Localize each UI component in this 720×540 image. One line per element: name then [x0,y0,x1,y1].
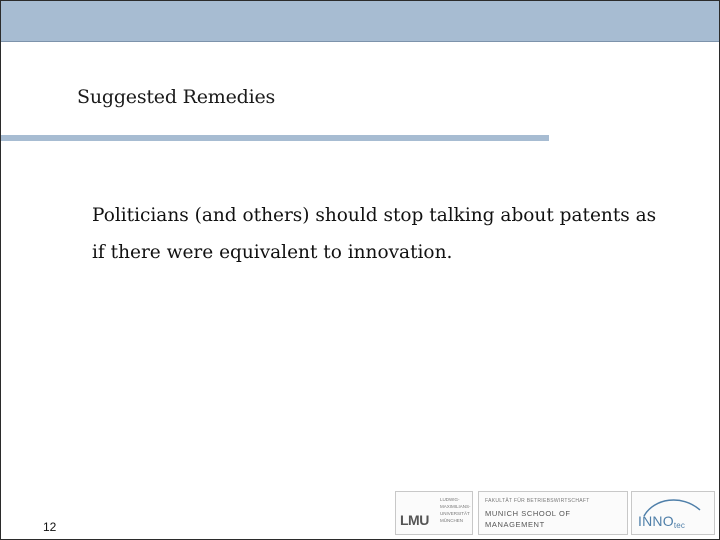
slide: Suggested Remedies Politicians (and othe… [0,0,720,540]
lmu-logo-line: MÜNCHEN [440,518,463,523]
innotec-wordmark-suffix: tec [673,521,686,530]
slide-body: Politicians (and others) should stop tal… [92,197,682,271]
header-band [1,1,719,42]
title-underline-bar [1,135,549,141]
lmu-logo-line: UNIVERSITÄT [440,511,470,516]
msm-faculty-text: FAKULTÄT FÜR BETRIEBSWIRTSCHAFT [485,498,590,504]
msm-name-line-1: MUNICH SCHOOL OF [485,509,571,518]
innotec-wordmark-main: INNO [638,513,674,529]
body-line-2: if there were equivalent to innovation. [92,242,453,263]
page-number: 12 [43,520,57,534]
lmu-logo: LMU LUDWIG- MAXIMILIANS- UNIVERSITÄT MÜN… [395,491,473,535]
slide-title: Suggested Remedies [77,86,276,108]
lmu-logo-line: MAXIMILIANS- [440,504,471,509]
innotec-logo: INNOtec [631,491,715,535]
lmu-logo-text: LUDWIG- MAXIMILIANS- UNIVERSITÄT MÜNCHEN [440,496,471,524]
lmu-logo-line: LUDWIG- [440,497,460,502]
msm-name-line-2: MANAGEMENT [485,520,545,529]
innotec-wordmark: INNOtec [638,513,685,530]
munich-school-of-management-logo: FAKULTÄT FÜR BETRIEBSWIRTSCHAFT MUNICH S… [478,491,628,535]
body-line-1: Politicians (and others) should stop tal… [92,205,657,226]
lmu-logo-mark: LMU [400,512,429,528]
